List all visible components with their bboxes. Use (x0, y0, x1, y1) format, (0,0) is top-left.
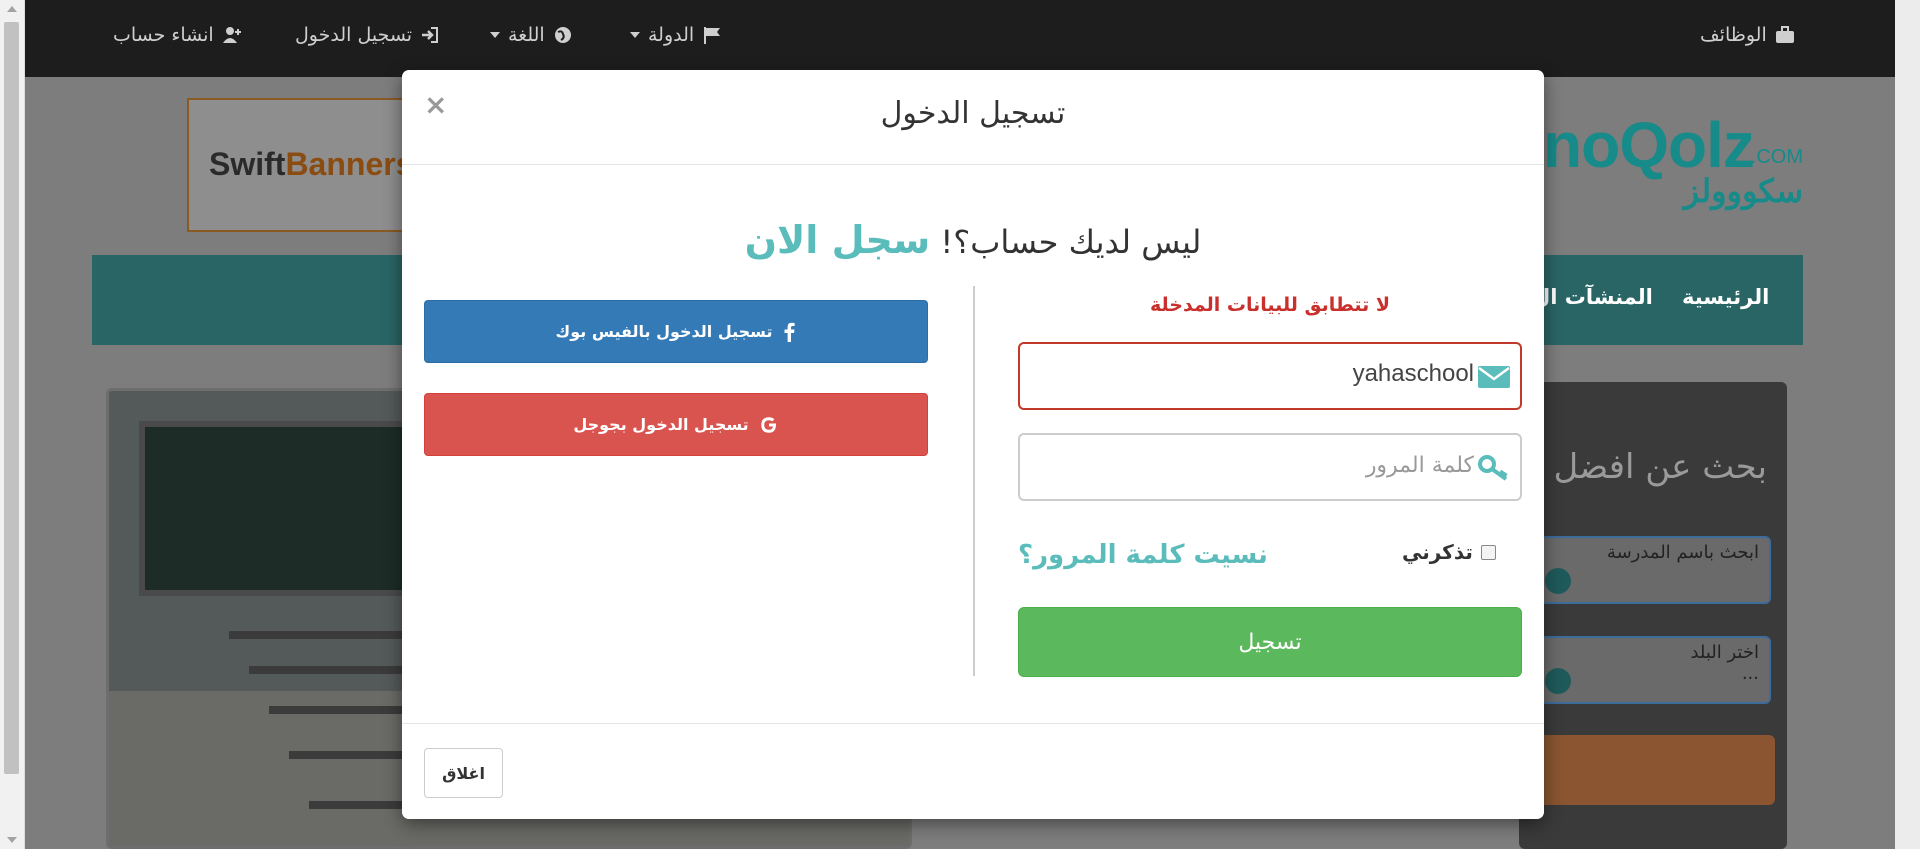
username-input[interactable]: yahaschool (1018, 342, 1522, 410)
facebook-login-button[interactable]: تسجيل الدخول بالفيس بوك (424, 300, 928, 363)
column-divider (973, 286, 975, 676)
signup-prompt: ليس لديك حساب؟! سجل الان (402, 218, 1544, 262)
close-button[interactable]: اغلاق (424, 748, 503, 798)
forgot-password-link[interactable]: نسيت كلمة المرور؟ (1018, 540, 1268, 570)
scroll-up-arrow-icon[interactable] (7, 6, 17, 12)
google-login-label: تسجيل الدخول بجوجل (573, 415, 749, 434)
facebook-login-label: تسجيل الدخول بالفيس بوك (555, 322, 773, 341)
scrollbar-thumb[interactable] (4, 22, 19, 774)
envelope-icon (1478, 366, 1510, 388)
username-value: yahaschool (1352, 360, 1474, 387)
key-icon (1478, 455, 1508, 481)
google-login-button[interactable]: تسجيل الدخول بجوجل (424, 393, 928, 456)
login-error-message: لا تتطابق للبيانات المدخلة (1149, 294, 1390, 316)
signup-link[interactable]: سجل الان (745, 218, 931, 262)
close-icon[interactable]: × (424, 88, 447, 121)
password-input[interactable]: كلمة المرور (1018, 433, 1522, 501)
no-account-text: ليس لديك حساب؟! (940, 223, 1202, 261)
modal-footer-divider (402, 723, 1544, 724)
modal-header: تسجيل الدخول × (402, 70, 1544, 165)
password-placeholder: كلمة المرور (1365, 453, 1474, 478)
google-icon (760, 416, 776, 433)
remember-me-checkbox[interactable] (1480, 544, 1496, 560)
remember-me[interactable]: تذكرني (1402, 540, 1496, 564)
scroll-down-arrow-icon[interactable] (7, 837, 17, 843)
login-submit-button[interactable]: تسجيل (1018, 607, 1522, 677)
facebook-icon (784, 322, 796, 342)
remember-me-label: تذكرني (1402, 540, 1473, 564)
vertical-scrollbar[interactable] (0, 0, 25, 849)
login-modal: تسجيل الدخول × ليس لديك حساب؟! سجل الان … (402, 70, 1544, 819)
page: الوظائف الدولة اللغة تسجيل الدخول انشاء … (0, 0, 1920, 849)
modal-title: تسجيل الدخول (880, 96, 1066, 131)
